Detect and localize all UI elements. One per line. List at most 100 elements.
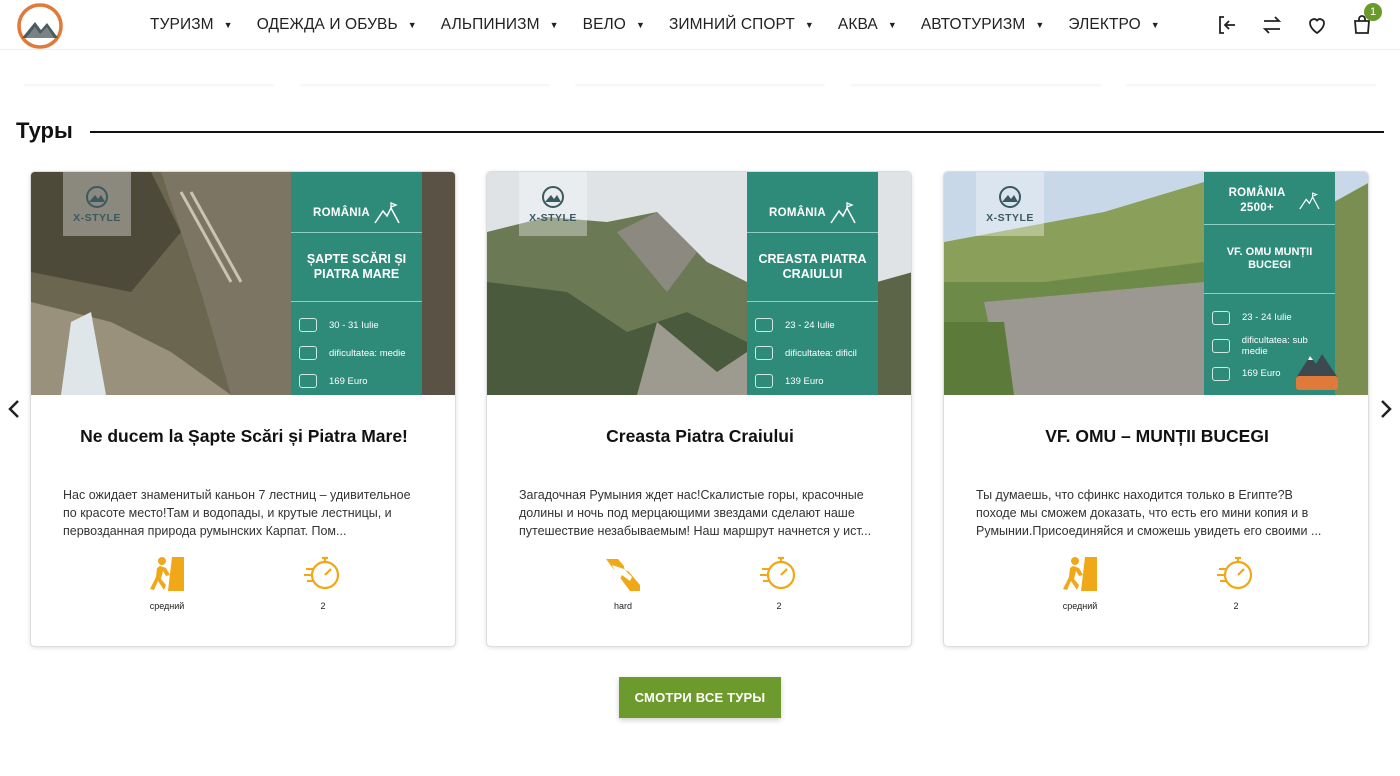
tour-country: ROMÂNIA 2500+ <box>1220 186 1320 216</box>
wishlist-icon[interactable] <box>1303 11 1331 39</box>
difficulty-stat: средний <box>1040 555 1120 611</box>
section-title: Туры <box>16 118 73 143</box>
tour-difficulty-info: dificultatea: dificil <box>747 339 878 367</box>
difficulty-value: средний <box>149 601 185 611</box>
price-label: 169 Euro <box>329 375 368 387</box>
nav-item-clothing[interactable]: ОДЕЖДА И ОБУВЬ ▼ <box>257 16 417 34</box>
wallet-icon <box>755 374 773 389</box>
tour-image: X-STYLE ROMÂNIA CREASTA PIATRA CRAIULUI … <box>487 172 911 395</box>
tour-dates: 23 - 24 Iulie <box>747 312 878 340</box>
cart-icon[interactable]: 1 <box>1348 3 1382 39</box>
tour-title[interactable]: Creasta Piatra Craiului <box>487 426 911 447</box>
nav-item-electro[interactable]: ЭЛЕКТРО ▼ <box>1068 16 1159 34</box>
brand-watermark: X-STYLE <box>976 172 1044 236</box>
tour-dates: 23 - 24 Iulie <box>1204 304 1335 332</box>
nav-item-autotourism[interactable]: АВТОТУРИЗМ ▼ <box>921 16 1045 34</box>
tour-price: 169 Euro <box>291 367 422 395</box>
calendar-icon <box>755 318 773 333</box>
tour-description: Нас ожидает знаменитый каньон 7 лестниц … <box>63 488 411 538</box>
hiker-icon <box>1063 557 1097 591</box>
tour-info-panel: ROMÂNIA CREASTA PIATRA CRAIULUI 23 - 24 … <box>747 172 878 395</box>
dates-label: 30 - 31 Iulie <box>329 319 379 331</box>
nav-label: АКВА <box>837 16 878 33</box>
difficulty-value: средний <box>1062 601 1098 611</box>
tour-image: X-STYLE ROMÂNIA 2500+ VF. OMU MUNȚII BUC… <box>944 172 1368 395</box>
tour-card[interactable]: X-STYLE ROMÂNIA 2500+ VF. OMU MUNȚII BUC… <box>943 171 1369 647</box>
tour-title[interactable]: Ne ducem la Șapte Scări și Piatra Mare! <box>31 426 455 447</box>
difficulty-label: dificultatea: dificil <box>785 347 857 359</box>
see-all-tours-button[interactable]: СМОТРИ ВСЕ ТУРЫ <box>619 677 781 718</box>
stopwatch-icon <box>304 556 340 590</box>
dates-label: 23 - 24 Iulie <box>785 319 835 331</box>
country-label: ROMÂNIA <box>768 207 827 219</box>
carousel-shadow-row <box>24 84 1376 90</box>
nav-item-winter[interactable]: ЗИМНИЙ СПОРТ ▼ <box>669 16 814 34</box>
duration-stat: 2 <box>283 555 363 611</box>
nav-item-alpinism[interactable]: АЛЬПИНИЗМ ▼ <box>441 16 559 34</box>
duration-stat: 2 <box>739 555 819 611</box>
tour-card[interactable]: X-STYLE ROMÂNIA ȘAPTE SCĂRI ȘI PIATRA MA… <box>30 171 456 647</box>
country-label: ROMÂNIA <box>312 207 371 219</box>
mountain-flag-icon <box>1298 192 1320 210</box>
tour-stats: средний 2 <box>127 555 363 611</box>
nav-item-velo[interactable]: ВЕЛО ▼ <box>583 16 645 34</box>
nav-label: ОДЕЖДА И ОБУВЬ <box>256 16 398 33</box>
brand-label: X-STYLE <box>529 211 577 224</box>
caret-down-icon: ▼ <box>1035 20 1045 30</box>
caret-down-icon: ▼ <box>223 20 233 30</box>
price-label: 169 Euro <box>1242 368 1281 380</box>
altitude-badge-icon <box>1296 354 1338 390</box>
duration-stat: 2 <box>1196 555 1276 611</box>
hiker-icon <box>150 557 184 591</box>
tour-card[interactable]: X-STYLE ROMÂNIA CREASTA PIATRA CRAIULUI … <box>486 171 912 647</box>
tour-image-title: ȘAPTE SCĂRI ȘI PIATRA MARE <box>306 252 407 281</box>
difficulty-icon <box>299 346 317 361</box>
tour-description: Ты думаешь, что сфинкс находится только … <box>976 488 1322 538</box>
country-label: ROMÂNIA 2500+ <box>1228 187 1286 214</box>
nav-item-aqua[interactable]: АКВА ▼ <box>838 16 897 34</box>
compare-icon[interactable] <box>1258 11 1286 39</box>
stopwatch-icon <box>760 556 796 590</box>
login-icon[interactable] <box>1213 11 1241 39</box>
nav-item-tourism[interactable]: ТУРИЗМ ▼ <box>150 16 233 34</box>
caret-down-icon: ▼ <box>887 20 897 30</box>
nav-label: ВЕЛО <box>582 16 626 33</box>
brand-watermark: X-STYLE <box>63 172 131 236</box>
header-icons: 1 <box>1196 3 1382 40</box>
nav-label: АВТОТУРИЗМ <box>920 16 1026 33</box>
cart-count-badge: 1 <box>1364 3 1382 21</box>
climber-icon <box>606 559 640 591</box>
tour-difficulty-info: dificultatea: medie <box>291 339 422 367</box>
tour-image-title: CREASTA PIATRA CRAIULUI <box>758 252 867 281</box>
section-divider <box>90 131 1384 133</box>
chevron-right-icon[interactable] <box>1376 396 1396 422</box>
tour-image: X-STYLE ROMÂNIA ȘAPTE SCĂRI ȘI PIATRA MA… <box>31 172 455 395</box>
duration-value: 2 <box>1233 601 1239 611</box>
mountain-flag-icon <box>830 202 856 224</box>
tour-dates: 30 - 31 Iulie <box>291 312 422 340</box>
brand-watermark: X-STYLE <box>519 172 587 236</box>
logo-icon[interactable] <box>16 2 64 50</box>
calendar-icon <box>299 318 317 333</box>
nav-label: АЛЬПИНИЗМ <box>440 16 540 33</box>
price-label: 139 Euro <box>785 375 824 387</box>
nav-label: ЭЛЕКТРО <box>1068 16 1141 33</box>
caret-down-icon: ▼ <box>804 20 814 30</box>
caret-down-icon: ▼ <box>549 20 559 30</box>
tour-title[interactable]: VF. OMU – MUNȚII BUCEGI <box>944 426 1368 447</box>
main-nav: ТУРИЗМ ▼ ОДЕЖДА И ОБУВЬ ▼ АЛЬПИНИЗМ ▼ ВЕЛО ▼… <box>150 0 1184 50</box>
brand-label: X-STYLE <box>73 211 121 224</box>
tour-info-panel: ROMÂNIA ȘAPTE SCĂRI ȘI PIATRA MARE 30 - … <box>291 172 422 395</box>
difficulty-value: hard <box>613 601 632 611</box>
duration-value: 2 <box>776 601 782 611</box>
difficulty-icon <box>755 346 773 361</box>
nav-label: ТУРИЗМ <box>150 16 214 33</box>
caret-down-icon: ▼ <box>635 20 645 30</box>
tour-description: Загадочная Румыния ждет нас!Скалистые го… <box>519 488 872 538</box>
brand-label: X-STYLE <box>986 211 1034 224</box>
wallet-icon <box>1212 366 1230 381</box>
chevron-left-icon[interactable] <box>4 396 24 422</box>
difficulty-label: dificultatea: medie <box>329 347 406 359</box>
tour-country: ROMÂNIA <box>313 202 400 224</box>
site-header: ТУРИЗМ ▼ ОДЕЖДА И ОБУВЬ ▼ АЛЬПИНИЗМ ▼ ВЕЛО ▼… <box>0 0 1400 50</box>
